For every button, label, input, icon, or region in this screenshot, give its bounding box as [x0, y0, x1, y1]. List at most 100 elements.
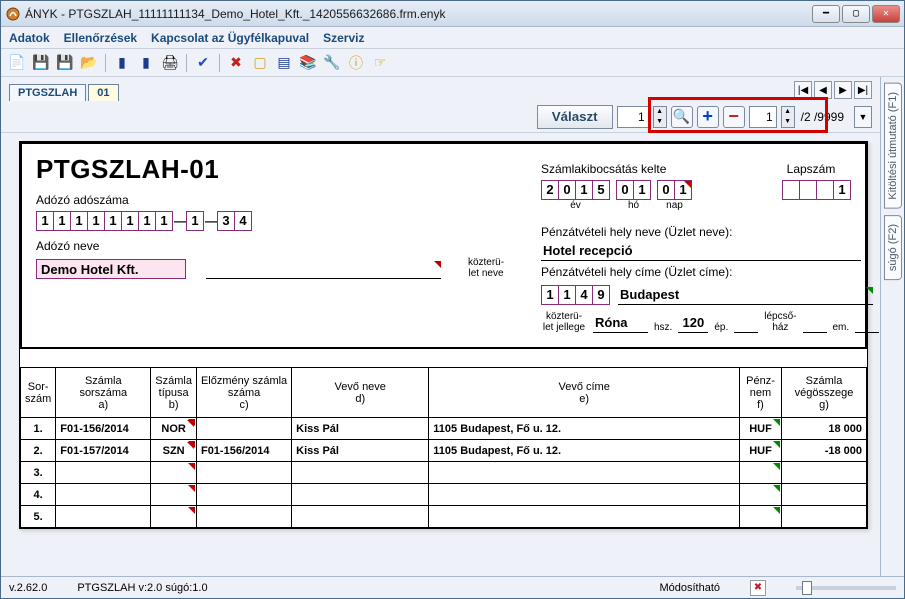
cell-sorszam[interactable]	[56, 506, 151, 528]
cell-vevo-neve[interactable]	[292, 462, 429, 484]
cell-vevo-neve[interactable]: Kiss Pál	[292, 418, 429, 440]
tab-01[interactable]: 01	[88, 84, 118, 101]
varos-field[interactable]: Budapest	[618, 287, 873, 305]
cell-elozmeny[interactable]	[196, 462, 291, 484]
close-button[interactable]: ✕	[872, 5, 900, 23]
sheet-index-field[interactable]	[749, 106, 777, 128]
cell-elozmeny[interactable]	[196, 506, 291, 528]
date-field[interactable]: 2 0 1 5 év	[541, 180, 741, 211]
plus-button[interactable]: +	[697, 106, 719, 128]
cell-penznem[interactable]	[740, 506, 782, 528]
tab-ptgszlah[interactable]: PTGSZLAH	[9, 84, 86, 101]
delete-icon[interactable]: ✖	[226, 53, 246, 73]
cell-vevo-cime[interactable]: 1105 Budapest, Fő u. 12.	[429, 418, 740, 440]
archive-icon[interactable]: ▮	[112, 53, 132, 73]
cell-vevo-cime[interactable]: 1105 Budapest, Fő u. 12.	[429, 440, 740, 462]
check-icon[interactable]: ✔	[193, 53, 213, 73]
cell-tipus[interactable]: SZN	[151, 440, 197, 462]
window-title: ÁNYK - PTGSZLAH_11111111134_Demo_Hotel_K…	[25, 7, 812, 21]
menu-szerviz[interactable]: Szerviz	[323, 31, 364, 45]
cell-penznem[interactable]: HUF	[740, 440, 782, 462]
ep-field[interactable]	[734, 315, 758, 333]
print-icon[interactable]: 🖨	[160, 53, 180, 73]
save-icon[interactable]: 💾	[31, 53, 51, 73]
hsz-field[interactable]: 120	[678, 315, 708, 333]
new-icon[interactable]: 📄	[7, 53, 27, 73]
edit-icon[interactable]: ▤	[274, 53, 294, 73]
menu-kapcsolat[interactable]: Kapcsolat az Ügyfélkapuval	[151, 31, 309, 45]
cell-elozmeny[interactable]	[196, 484, 291, 506]
hand-icon[interactable]: ☞	[370, 53, 390, 73]
minimize-button[interactable]: ━	[812, 5, 840, 23]
add-page-icon[interactable]: 🔍	[671, 106, 693, 128]
adozo-neve-label: Adózó neve	[36, 239, 511, 253]
maximize-button[interactable]: ▢	[842, 5, 870, 23]
cell-penznem[interactable]	[740, 462, 782, 484]
side-tab-help-f1[interactable]: Kitöltési útmutató (F1)	[884, 83, 902, 209]
tool-icon[interactable]: 🔧	[322, 53, 342, 73]
books-icon[interactable]: 📚	[298, 53, 318, 73]
cell-elozmeny[interactable]: F01-156/2014	[196, 440, 291, 462]
page-index-field[interactable]	[617, 106, 649, 128]
adoszam-field[interactable]: 1 1 1 1 1 1 1 1 — 1	[36, 211, 511, 231]
cell-tipus[interactable]	[151, 484, 197, 506]
info-icon[interactable]: ⓘ	[346, 53, 366, 73]
valaszt-button[interactable]: Választ	[537, 105, 613, 129]
cell-vevo-cime[interactable]	[429, 462, 740, 484]
spinner-down-icon[interactable]: ▼	[782, 117, 794, 127]
minus-button[interactable]: −	[723, 106, 745, 128]
form-viewport[interactable]: PTGSZLAH-01 Adózó adószáma 1 1 1 1 1 1 1	[1, 133, 880, 576]
status-lock-icon[interactable]: ✖	[750, 580, 766, 596]
cell-elozmeny[interactable]	[196, 418, 291, 440]
spinner-down-icon[interactable]: ▼	[654, 117, 666, 127]
nav-next-button[interactable]: ▶	[834, 81, 852, 99]
cell-vegosszeg[interactable]	[782, 506, 867, 528]
cell-tipus[interactable]: NOR	[151, 418, 197, 440]
cell-vevo-cime[interactable]	[429, 506, 740, 528]
cell-sorszam[interactable]	[56, 484, 151, 506]
kozterulet-neve-field[interactable]	[206, 261, 441, 279]
irsz-field[interactable]: 1 1 4 9	[541, 285, 610, 305]
cell-tipus[interactable]	[151, 506, 197, 528]
nav-last-button[interactable]: ▶|	[854, 81, 872, 99]
page-index-spinner[interactable]: ▲ ▼	[653, 106, 667, 128]
app-window: ÁNYK - PTGSZLAH_11111111134_Demo_Hotel_K…	[0, 0, 905, 599]
spinner-up-icon[interactable]: ▲	[782, 107, 794, 117]
adoszam-label: Adózó adószáma	[36, 193, 511, 207]
cell-tipus[interactable]	[151, 462, 197, 484]
note-icon[interactable]: ▢	[250, 53, 270, 73]
cell-penznem[interactable]	[740, 484, 782, 506]
penzatvet-hely-field[interactable]: Hotel recepció	[541, 243, 861, 261]
lapszam-field[interactable]: 1	[771, 180, 851, 200]
lepcsohaz-field[interactable]	[803, 315, 827, 333]
em-field[interactable]	[855, 315, 879, 333]
cell-penznem[interactable]: HUF	[740, 418, 782, 440]
cell-sorszam[interactable]	[56, 462, 151, 484]
kozter-jellege-field[interactable]: Róna	[593, 315, 648, 333]
save-as-icon[interactable]: 💾	[55, 53, 75, 73]
cell-sorszam[interactable]: F01-157/2014	[56, 440, 151, 462]
cell-sorszam[interactable]: F01-156/2014	[56, 418, 151, 440]
col-b: Számla típusa b)	[151, 368, 197, 418]
cell-vegosszeg[interactable]: -18 000	[782, 440, 867, 462]
menu-ellenorzesek[interactable]: Ellenőrzések	[64, 31, 137, 45]
cell-vevo-neve[interactable]	[292, 506, 429, 528]
adozo-neve-field[interactable]: Demo Hotel Kft.	[36, 259, 186, 279]
nav-prev-button[interactable]: ◀	[814, 81, 832, 99]
dropdown-button[interactable]: ▼	[854, 106, 872, 128]
cell-vevo-neve[interactable]: Kiss Pál	[292, 440, 429, 462]
book-icon[interactable]: ▮	[136, 53, 156, 73]
cell-vegosszeg[interactable]	[782, 462, 867, 484]
nav-first-button[interactable]: |◀	[794, 81, 812, 99]
sheet-spinner[interactable]: ▲ ▼	[781, 106, 795, 128]
zoom-slider[interactable]	[796, 586, 896, 590]
row-number: 4.	[21, 484, 56, 506]
cell-vegosszeg[interactable]: 18 000	[782, 418, 867, 440]
spinner-up-icon[interactable]: ▲	[654, 107, 666, 117]
cell-vegosszeg[interactable]	[782, 484, 867, 506]
side-tab-help-f2[interactable]: súgó (F2)	[884, 215, 902, 280]
open-icon[interactable]: 📂	[79, 53, 99, 73]
cell-vevo-neve[interactable]	[292, 484, 429, 506]
cell-vevo-cime[interactable]	[429, 484, 740, 506]
menu-adatok[interactable]: Adatok	[9, 31, 50, 45]
